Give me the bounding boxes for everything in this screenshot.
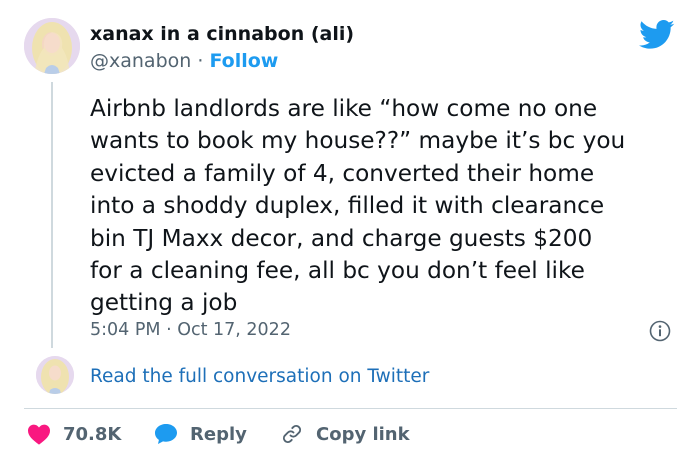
read-conversation-link[interactable]: Read the full conversation on Twitter (90, 366, 429, 387)
avatar-photo (36, 356, 74, 394)
handle-separator: · (197, 50, 204, 72)
author-display-name[interactable]: xanax in a cinnabon (ali) (90, 23, 354, 45)
tweet-line: evicted a family of 4, converted their h… (90, 159, 595, 187)
tweet-line: for a cleaning fee, all bc you don’t fee… (90, 257, 585, 285)
tweet-line: bin TJ Maxx decor, and charge guests $20… (90, 224, 593, 252)
conversation-avatar[interactable] (36, 356, 74, 394)
tweet-line: wants to book my house??” maybe it’s bc … (90, 127, 626, 155)
info-icon[interactable] (649, 320, 671, 342)
like-button[interactable]: 70.8K (27, 421, 121, 447)
tweet-line: into a shoddy duplex, filled it with cle… (90, 192, 605, 220)
like-count: 70.8K (63, 423, 122, 445)
author-handle[interactable]: @xanabon (90, 50, 191, 72)
twitter-bird-icon[interactable] (639, 20, 675, 50)
author-handle-row: @xanabon · Follow (90, 50, 278, 72)
reply-label: Reply (190, 423, 247, 445)
speech-bubble-icon (155, 424, 177, 444)
link-icon (283, 425, 301, 443)
tweet-text: Airbnb landlords are like “how come no o… (90, 93, 670, 320)
copy-link-label: Copy link (316, 423, 410, 445)
copy-link-button[interactable]: Copy link (280, 421, 410, 447)
thread-line (51, 82, 53, 348)
avatar-photo (24, 18, 80, 74)
heart-icon (28, 424, 50, 445)
tweet-line: getting a job (90, 289, 238, 317)
author-avatar[interactable] (24, 18, 80, 74)
tweet-timestamp[interactable]: 5:04 PM · Oct 17, 2022 (90, 320, 291, 340)
reply-button[interactable]: Reply (154, 421, 247, 447)
follow-button[interactable]: Follow (209, 50, 278, 72)
tweet-line: Airbnb landlords are like “how come no o… (90, 95, 598, 122)
divider (24, 408, 677, 409)
